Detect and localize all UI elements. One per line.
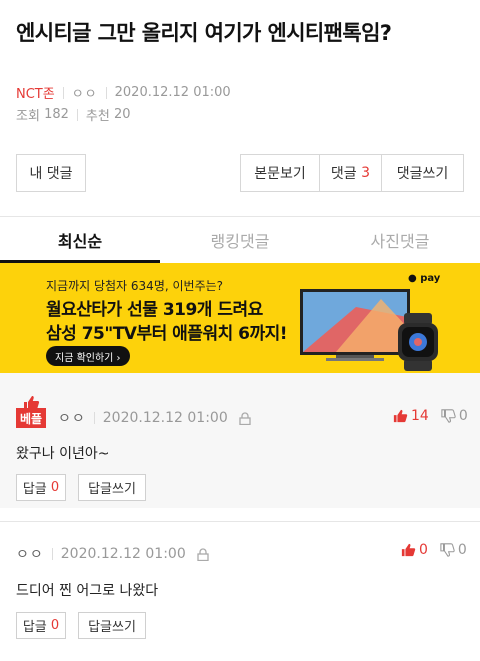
my-comments-button[interactable]: 내 댓글 xyxy=(16,154,86,192)
upvote-button[interactable]: 14 xyxy=(393,408,429,424)
banner-line3: 삼성 75"TV부터 애플워치 6까지! xyxy=(46,324,288,344)
thumbs-up-icon xyxy=(393,409,408,423)
meta-divider xyxy=(62,86,64,99)
thumbs-down-icon xyxy=(440,543,455,557)
kakao-pay-logo: ● pay xyxy=(408,273,441,284)
report-icon[interactable] xyxy=(239,411,251,425)
reply-count: 0 xyxy=(50,480,60,495)
comment-divider xyxy=(0,521,480,522)
write-reply-button[interactable]: 답글쓰기 xyxy=(78,612,146,639)
recommend-label: 추천 xyxy=(85,109,110,124)
reply-button[interactable]: 답글 0 xyxy=(16,474,66,501)
best-comment-badge: 베플 xyxy=(16,396,46,429)
meta-divider xyxy=(76,108,78,121)
meta-divider xyxy=(105,86,107,99)
thumbs-up-icon xyxy=(401,543,416,557)
comment-author: ㅇㅇ xyxy=(16,547,44,563)
upvote-button[interactable]: 0 xyxy=(401,542,428,558)
banner-line1: 지금까지 당첨자 634명, 이번주는? xyxy=(46,279,224,293)
meta-spacer xyxy=(232,412,233,424)
downvote-button[interactable]: 0 xyxy=(440,542,467,558)
best-comment xyxy=(0,373,480,508)
report-icon[interactable] xyxy=(197,547,209,561)
tv-watch-illustration xyxy=(300,289,438,371)
comment-sort-tabs: 최신순 랭킹댓글 사진댓글 xyxy=(0,217,480,263)
comment-text: 왔구나 이년아~ xyxy=(16,446,110,462)
comment-author: ㅇㅇ xyxy=(58,411,86,427)
post-meta: NCT존 ㅇㅇ 2020.12.12 01:00 xyxy=(16,83,231,102)
comment-datetime: 2020.12.12 01:00 xyxy=(60,546,186,562)
upvote-count: 14 xyxy=(411,408,429,424)
comments-count: 3 xyxy=(361,165,371,181)
tab-latest[interactable]: 최신순 xyxy=(0,217,160,263)
reply-count: 0 xyxy=(50,618,60,633)
write-reply-button[interactable]: 답글쓰기 xyxy=(78,474,146,501)
best-comment-label: 베플 xyxy=(16,408,46,428)
post-stats: 조회 182 추천 20 xyxy=(16,105,131,124)
tab-ranking[interactable]: 랭킹댓글 xyxy=(160,217,320,263)
view-post-button[interactable]: 본문보기 xyxy=(241,155,320,191)
meta-divider xyxy=(51,548,53,560)
comment-votes: 0 0 xyxy=(401,542,467,558)
reply-label: 답글 xyxy=(22,620,47,635)
comment-actions-group: 본문보기 댓글 3 댓글쓰기 xyxy=(240,154,464,192)
comment-meta: ㅇㅇ 2020.12.12 01:00 xyxy=(16,544,209,564)
promo-banner[interactable]: 지금까지 당첨자 634명, 이번주는? 월요산타가 선물 319개 드려요 삼… xyxy=(0,263,480,373)
banner-cta-button[interactable]: 지금 확인하기 › xyxy=(46,346,130,366)
downvote-count: 0 xyxy=(458,408,468,424)
meta-spacer xyxy=(190,548,191,560)
comment-text: 드디어 찐 어그로 나왔다 xyxy=(16,583,159,599)
post-category[interactable]: NCT존 xyxy=(16,83,55,102)
write-comment-button[interactable]: 댓글쓰기 xyxy=(382,155,463,191)
reply-label: 답글 xyxy=(22,482,47,497)
views-label: 조회 xyxy=(16,109,40,124)
downvote-count: 0 xyxy=(457,542,467,558)
meta-divider xyxy=(93,412,95,424)
downvote-button[interactable]: 0 xyxy=(441,408,468,424)
post-author: ㅇㅇ xyxy=(71,87,98,102)
tab-photo[interactable]: 사진댓글 xyxy=(320,217,480,263)
comment-datetime: 2020.12.12 01:00 xyxy=(102,410,228,426)
thumbs-down-icon xyxy=(441,409,456,423)
banner-line2: 월요산타가 선물 319개 드려요 xyxy=(46,300,263,320)
comments-label: 댓글 xyxy=(330,166,357,182)
comment-meta: ㅇㅇ 2020.12.12 01:00 xyxy=(58,408,251,428)
reply-button[interactable]: 답글 0 xyxy=(16,612,66,639)
comment-votes: 14 0 xyxy=(393,408,468,424)
post-title: 엔시티글 그만 올리지 여기가 엔시티팬톡임? xyxy=(16,21,392,45)
views-count: 182 xyxy=(44,107,69,122)
upvote-count: 0 xyxy=(419,542,428,558)
recommend-count: 20 xyxy=(113,107,131,122)
comments-button[interactable]: 댓글 3 xyxy=(320,155,382,191)
post-datetime: 2020.12.12 01:00 xyxy=(114,85,231,100)
